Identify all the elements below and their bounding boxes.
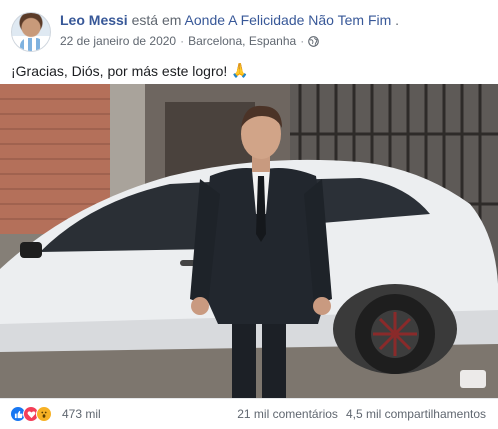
reaction-icons[interactable] (10, 406, 52, 422)
action-text: está em (131, 12, 182, 28)
post-title-line: Leo Messi está em Aonde A Felicidade Não… (60, 12, 399, 28)
post-meta: 22 de janeiro de 2020 · Barcelona, Espan… (60, 34, 320, 48)
post-location[interactable]: Barcelona, Espanha (188, 34, 296, 48)
photo-image (0, 84, 498, 398)
post-photo[interactable] (0, 84, 498, 398)
author-name-link[interactable]: Leo Messi (60, 12, 128, 28)
engagement-counts: 21 mil comentários 4,5 mil compartilhame… (237, 407, 486, 421)
meta-separator-2: · (300, 34, 305, 48)
post-date[interactable]: 22 de janeiro de 2020 (60, 34, 176, 48)
author-avatar[interactable] (11, 12, 51, 52)
post-message: ¡Gracias, Diós, por más este logro! (11, 62, 228, 79)
shares-count[interactable]: 4,5 mil compartilhamentos (346, 407, 486, 421)
post-text: ¡Gracias, Diós, por más este logro! 🙏 (11, 62, 249, 79)
place-suffix: . (395, 12, 400, 28)
post-footer: 473 mil 21 mil comentários 4,5 mil compa… (0, 398, 498, 429)
meta-separator: · (180, 34, 185, 48)
post-header: Leo Messi está em Aonde A Felicidade Não… (0, 0, 498, 58)
globe-icon[interactable] (308, 35, 320, 47)
place-link[interactable]: Aonde A Felicidade Não Tem Fim (185, 12, 392, 28)
comments-count[interactable]: 21 mil comentários (237, 407, 338, 421)
praying-hands-emoji: 🙏 (231, 62, 249, 78)
wow-icon (36, 406, 52, 422)
reaction-count[interactable]: 473 mil (62, 407, 101, 421)
